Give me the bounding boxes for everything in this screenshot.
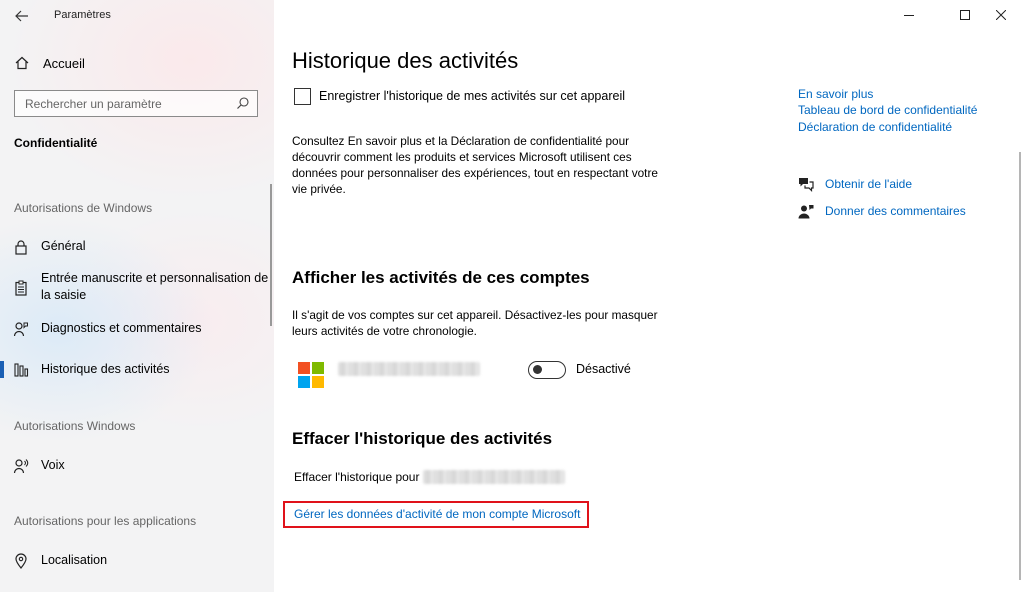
store-history-label[interactable]: Enregistrer l'historique de mes activité… <box>319 89 625 103</box>
nav-item-label: Général <box>41 239 86 253</box>
group-heading-apps: Autorisations pour les applications <box>14 514 197 528</box>
nav-item-label: Entrée manuscrite et personnalisation de… <box>41 271 269 302</box>
store-history-checkbox[interactable] <box>294 88 311 105</box>
minimize-icon <box>904 15 914 16</box>
clear-account-redacted <box>423 470 565 484</box>
minimize-button[interactable] <box>886 0 932 30</box>
privacy-text: Consultez En savoir plus et la Déclarati… <box>292 134 658 196</box>
clear-heading: Effacer l'historique des activités <box>292 429 553 448</box>
home-icon <box>15 56 29 70</box>
give-feedback-label: Donner des commentaires <box>825 204 966 218</box>
feedback-icon <box>798 205 814 219</box>
nav-item-inking[interactable]: Entrée manuscrite et personnalisation de… <box>0 270 272 306</box>
nav-item-general[interactable]: Général <box>0 238 272 256</box>
sidebar: Accueil Rechercher un paramètre Confiden… <box>0 0 274 592</box>
page-title: Historique des activités <box>292 48 519 73</box>
nav-home[interactable]: Accueil <box>14 52 85 74</box>
location-icon <box>15 553 27 569</box>
search-icon[interactable] <box>236 96 250 110</box>
close-button[interactable] <box>978 0 1024 30</box>
nav-item-diagnostics[interactable]: Diagnostics et commentaires <box>0 320 272 338</box>
clipboard-icon <box>15 280 27 296</box>
group-heading-windows-2: Autorisations Windows <box>14 419 136 433</box>
lock-icon <box>15 240 27 255</box>
close-icon <box>996 10 1006 20</box>
get-help-label: Obtenir de l'aide <box>825 177 913 191</box>
settings-search[interactable]: Rechercher un paramètre <box>14 90 258 117</box>
learn-more-link[interactable]: En savoir plus <box>798 87 873 101</box>
maximize-icon <box>960 10 970 20</box>
diagnostics-icon <box>13 322 28 337</box>
privacy-statement-link[interactable]: Déclaration de confidentialité <box>798 120 952 134</box>
main-scrollbar[interactable] <box>1019 152 1021 580</box>
nav-item-label: Localisation <box>41 553 108 567</box>
section-title: Confidentialité <box>14 136 98 150</box>
back-arrow-icon <box>15 10 28 22</box>
nav-item-voice[interactable]: Voix <box>0 457 272 475</box>
timeline-icon <box>14 363 29 377</box>
accounts-description: Il s'agit de vos comptes sur cet apparei… <box>292 308 658 338</box>
nav-item-location[interactable]: Localisation <box>0 552 272 570</box>
nav-item-activity-history[interactable]: Historique des activités <box>0 361 272 379</box>
back-button[interactable] <box>8 4 36 28</box>
accounts-heading: Afficher les activités de ces comptes <box>292 268 590 287</box>
app-title: Paramètres <box>54 9 111 21</box>
toggle-state-label: Désactivé <box>576 362 631 376</box>
nav-item-label: Voix <box>41 458 65 472</box>
privacy-dashboard-link[interactable]: Tableau de bord de confidentialité <box>798 103 977 117</box>
nav-item-label: Historique des activités <box>41 362 170 376</box>
nav-home-label: Accueil <box>43 55 85 71</box>
nav-item-label: Diagnostics et commentaires <box>41 321 202 335</box>
search-placeholder: Rechercher un paramètre <box>25 97 162 111</box>
account-toggle[interactable] <box>528 361 566 379</box>
sidebar-scrollbar[interactable] <box>270 184 272 326</box>
account-name-redacted <box>338 362 480 376</box>
titlebar: Paramètres <box>0 0 1024 32</box>
help-chat-icon <box>799 178 814 192</box>
group-heading-windows: Autorisations de Windows <box>14 201 153 215</box>
manage-activity-data-link[interactable]: Gérer les données d'activité de mon comp… <box>294 507 580 521</box>
microsoft-logo-icon <box>298 362 324 388</box>
voice-icon <box>13 459 29 474</box>
clear-history-label: Effacer l'historique pour <box>294 470 420 484</box>
toggle-knob <box>533 365 542 374</box>
